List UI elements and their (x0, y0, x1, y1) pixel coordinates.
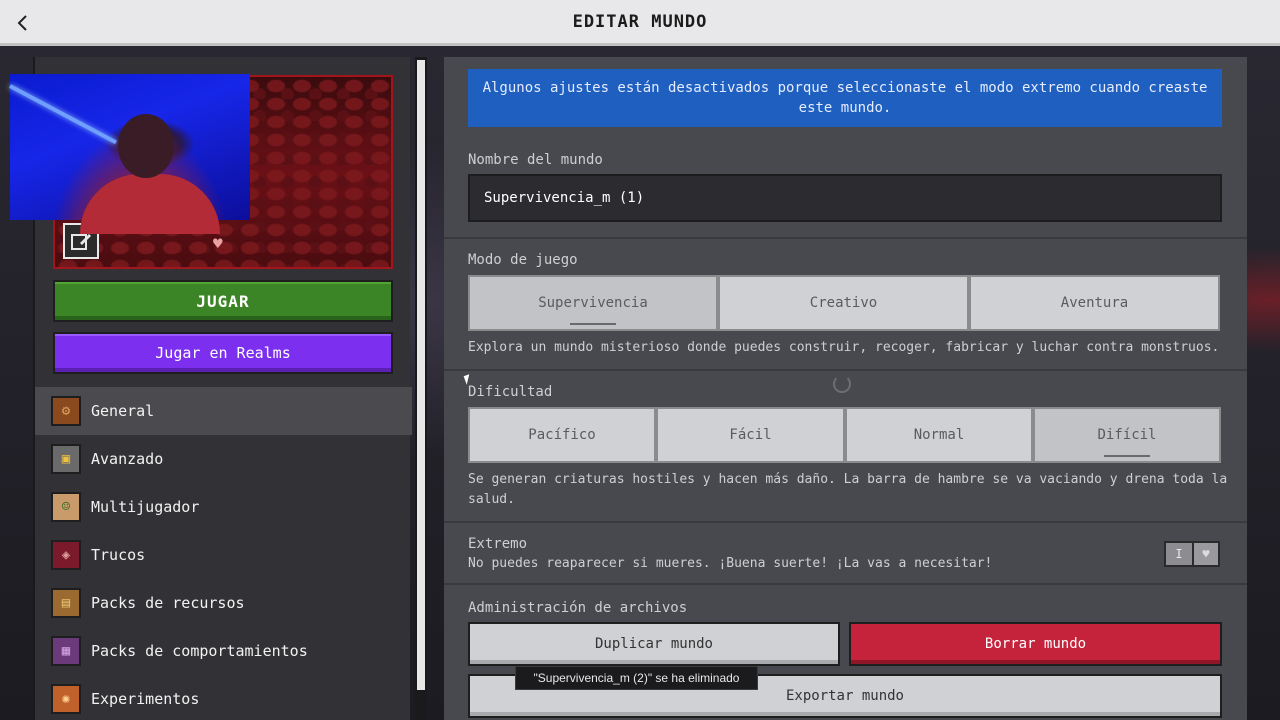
difficulty-label-text: Fácil (729, 427, 772, 443)
loading-spinner-icon (833, 375, 851, 393)
command-block-icon: ◈ (51, 540, 81, 570)
difficulty-selector: Pacífico Fácil Normal Difícil (468, 407, 1221, 463)
game-mode-selector: Supervivencia Creativo Aventura (468, 275, 1220, 331)
nav-item-avanzado[interactable]: ▣ Avanzado (35, 435, 412, 483)
player-head-icon: ☺ (51, 492, 81, 522)
nav-item-packs-recursos[interactable]: ▤ Packs de recursos (35, 579, 412, 627)
nav-item-general[interactable]: ⚙ General (35, 387, 412, 435)
person-body (80, 174, 220, 234)
world-name-input[interactable]: Supervivencia_m (1) (468, 174, 1222, 222)
beaker-icon: ✺ (51, 684, 81, 714)
mode-label: Aventura (1060, 295, 1129, 311)
creeper-icon: ▦ (51, 636, 81, 666)
webcam-overlay (9, 74, 250, 234)
hardcore-label: Extremo (468, 536, 528, 552)
nav-item-experimentos[interactable]: ✺ Experimentos (35, 675, 412, 720)
divider (444, 369, 1247, 371)
nav-item-label: Trucos (91, 546, 146, 564)
file-management-label: Administración de archivos (468, 600, 688, 616)
nav-item-multijugador[interactable]: ☺ Multijugador (35, 483, 412, 531)
gear-icon: ⚙ (51, 396, 81, 426)
divider (444, 237, 1247, 239)
difficulty-description: Se generan criaturas hostiles y hacen má… (468, 472, 1228, 507)
mode-survival-button[interactable]: Supervivencia (468, 275, 718, 331)
game-mode-description: Explora un mundo misterioso donde puedes… (468, 340, 1220, 355)
hardcore-description: No puedes reaparecer si mueres. ¡Buena s… (468, 556, 993, 571)
delete-world-button[interactable]: Borrar mundo (849, 622, 1222, 666)
selected-indicator (570, 323, 616, 325)
led-light-strip (9, 84, 117, 145)
hardcore-toggle[interactable]: I ♥ (1164, 541, 1220, 567)
game-mode-label: Modo de juego (468, 252, 578, 268)
difficulty-easy-button[interactable]: Fácil (656, 407, 845, 463)
toggle-on-icon: I (1166, 543, 1194, 565)
hardcore-heart-icon: ♥ (213, 234, 223, 253)
chest-icon: ▤ (51, 588, 81, 618)
mode-adventure-button[interactable]: Aventura (969, 275, 1220, 331)
scrollbar-thumb[interactable] (417, 60, 425, 690)
nav-item-label: General (91, 402, 155, 420)
nav-item-trucos[interactable]: ◈ Trucos (35, 531, 412, 579)
mode-label: Creativo (809, 295, 878, 311)
difficulty-label-text: Pacífico (528, 427, 596, 443)
mode-label: Supervivencia (538, 295, 648, 311)
play-button[interactable]: JUGAR (53, 280, 393, 322)
nav-item-label: Multijugador (91, 498, 200, 516)
mode-creative-button[interactable]: Creativo (718, 275, 969, 331)
heart-icon: ♥ (1194, 543, 1218, 565)
furnace-icon: ▣ (51, 444, 81, 474)
divider (444, 583, 1247, 585)
difficulty-hard-button[interactable]: Difícil (1033, 407, 1221, 463)
toast-notification: "Supervivencia_m (2)" se ha eliminado (515, 666, 758, 690)
nav-item-label: Packs de recursos (91, 594, 245, 612)
person-head (118, 114, 174, 178)
difficulty-normal-button[interactable]: Normal (845, 407, 1033, 463)
difficulty-label-text: Difícil (1097, 427, 1157, 443)
nav-item-packs-comportamientos[interactable]: ▦ Packs de comportamientos (35, 627, 412, 675)
settings-nav: ⚙ General ▣ Avanzado ☺ Multijugador ◈ Tr… (35, 387, 412, 720)
nav-item-label: Experimentos (91, 690, 200, 708)
chevron-left-icon (17, 15, 27, 31)
page-title: EDITAR MUNDO (572, 11, 708, 32)
duplicate-world-button[interactable]: Duplicar mundo (468, 622, 840, 666)
nav-item-label: Avanzado (91, 450, 164, 468)
top-bar: EDITAR MUNDO (0, 0, 1280, 46)
difficulty-label: Dificultad (468, 384, 553, 400)
nav-item-label: Packs de comportamientos (91, 642, 308, 660)
play-realms-button[interactable]: Jugar en Realms (53, 332, 393, 374)
difficulty-label-text: Normal (913, 427, 965, 443)
divider (444, 521, 1247, 523)
world-name-label: Nombre del mundo (468, 152, 603, 168)
selected-indicator (1104, 455, 1150, 457)
info-banner: Algunos ajustes están desactivados porqu… (468, 69, 1222, 127)
back-button[interactable] (10, 10, 36, 36)
difficulty-peaceful-button[interactable]: Pacífico (468, 407, 656, 463)
